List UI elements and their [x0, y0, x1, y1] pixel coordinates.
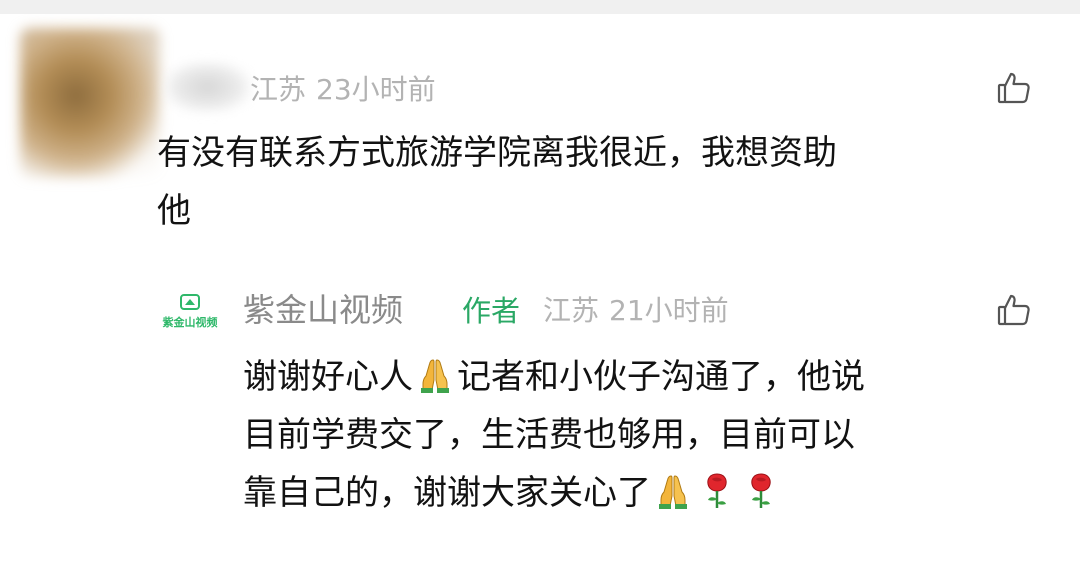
thumbs-up-icon[interactable] — [996, 292, 1032, 328]
comment-meta: 江苏 23小时前 — [250, 72, 446, 108]
folded-hands-icon — [653, 470, 693, 510]
reply-text-segment: 靠自己的，谢谢大家关心了 — [243, 473, 651, 513]
comment-text: 有没有联系方式旅游学院离我很近，我想资助 他 — [157, 124, 837, 240]
logo-icon — [180, 294, 200, 310]
reply-text-segment: 谢谢好心人 — [243, 357, 413, 397]
top-bar — [0, 0, 1080, 14]
reply-location: 江苏 — [543, 294, 600, 327]
reply-username[interactable]: 紫金山视频 — [243, 290, 403, 330]
comment-location: 江苏 — [250, 73, 307, 106]
thumbs-up-icon[interactable] — [996, 70, 1032, 106]
avatar-logo-text: 紫金山视频 — [162, 316, 218, 329]
rose-icon — [741, 470, 781, 510]
rose-icon — [697, 470, 737, 510]
reply-line: 目前学费交了，生活费也够用，目前可以 — [243, 415, 855, 455]
reply-meta: 江苏 21小时前 — [543, 292, 739, 330]
reply-line: 谢谢好心人 记者和小伙子沟通了，他说 — [243, 348, 865, 406]
comment-line: 他 — [157, 191, 191, 231]
comment-time: 23小时前 — [316, 73, 436, 106]
reply-line: 靠自己的，谢谢大家关心了 — [243, 464, 865, 522]
avatar[interactable] — [20, 28, 160, 178]
author-badge: 作者 — [462, 294, 521, 328]
reply-text: 谢谢好心人 记者和小伙子沟通了，他说 目前学费交了，生活费也够用，目前可以 靠自… — [243, 348, 865, 522]
folded-hands-icon — [415, 354, 455, 394]
reply-time: 21小时前 — [609, 294, 729, 327]
author-avatar[interactable]: 紫金山视频 — [160, 290, 220, 340]
reply-text-segment: 记者和小伙子沟通了，他说 — [457, 357, 865, 397]
comment-line: 有没有联系方式旅游学院离我很近，我想资助 — [157, 133, 837, 173]
username-blurred[interactable] — [165, 62, 250, 112]
